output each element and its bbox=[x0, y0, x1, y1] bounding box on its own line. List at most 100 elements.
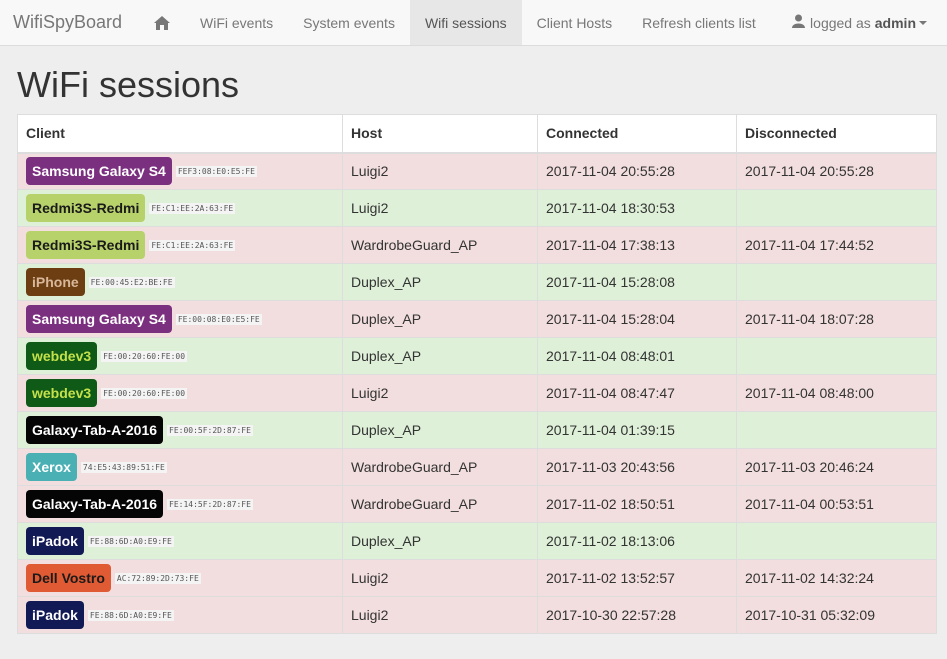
connected-cell: 2017-11-02 18:50:51 bbox=[537, 485, 737, 523]
host-cell: Duplex_AP bbox=[342, 263, 538, 301]
host-cell: Luigi2 bbox=[342, 559, 538, 597]
table-row: Redmi3S-Redmi FE:C1:EE:2A:63:FE WardrobeGu… bbox=[17, 226, 937, 264]
connected-cell: 2017-11-04 01:39:15 bbox=[537, 411, 737, 449]
table-row: Redmi3S-Redmi FE:C1:EE:2A:63:FE Luigi2 2017… bbox=[17, 189, 937, 227]
home-icon bbox=[154, 15, 170, 30]
connected-cell: 2017-11-04 15:28:04 bbox=[537, 300, 737, 338]
nav-refresh-clients[interactable]: Refresh clients list bbox=[627, 0, 771, 45]
disconnected-cell bbox=[736, 337, 937, 375]
connected-cell: 2017-11-02 18:13:06 bbox=[537, 522, 737, 560]
client-cell: Galaxy-Tab-A-2016 FE:14:5F:2D:87:FE bbox=[17, 485, 343, 523]
host-cell: Luigi2 bbox=[342, 152, 538, 190]
client-badge[interactable]: Redmi3S-Redmi bbox=[26, 231, 146, 259]
disconnected-cell: 2017-11-04 00:53:51 bbox=[736, 485, 937, 523]
host-cell: Duplex_AP bbox=[342, 411, 538, 449]
connected-cell: 2017-11-04 15:28:08 bbox=[537, 263, 737, 301]
client-cell: Xerox 74:E5:43:89:51:FE bbox=[17, 448, 343, 486]
table-row: Samsung Galaxy S4 FE:00:08:E0:E5:FE Duplex… bbox=[17, 300, 937, 338]
connected-cell: 2017-11-04 08:48:01 bbox=[537, 337, 737, 375]
table-row: Galaxy-Tab-A-2016 FE:14:5F:2D:87:FE Wardro… bbox=[17, 485, 937, 523]
table-row: webdev3 FE:00:20:60:FE:00 Duplex_AP 2017-11… bbox=[17, 337, 937, 375]
client-badge[interactable]: Galaxy-Tab-A-2016 bbox=[26, 490, 164, 518]
client-badge[interactable]: webdev3 bbox=[26, 342, 98, 370]
disconnected-cell: 2017-11-03 20:46:24 bbox=[736, 448, 937, 486]
table-row: iPadok FE:88:6D:A0:E9:FE Duplex_AP 2017-11-… bbox=[17, 522, 937, 560]
client-cell: Redmi3S-Redmi FE:C1:EE:2A:63:FE bbox=[17, 226, 343, 264]
host-cell: WardrobeGuard_AP bbox=[342, 448, 538, 486]
disconnected-cell: 2017-11-02 14:32:24 bbox=[736, 559, 937, 597]
connected-cell: 2017-11-04 18:30:53 bbox=[537, 189, 737, 227]
page-title: WiFi sessions bbox=[17, 64, 240, 105]
host-cell: WardrobeGuard_AP bbox=[342, 226, 538, 264]
nav-home[interactable] bbox=[139, 0, 185, 45]
host-cell: WardrobeGuard_AP bbox=[342, 485, 538, 523]
mac-address: FE:C1:EE:2A:63:FE bbox=[149, 239, 236, 251]
host-cell: Luigi2 bbox=[342, 189, 538, 227]
table-row: Galaxy-Tab-A-2016 FE:00:5F:2D:87:FE Duplex… bbox=[17, 411, 937, 449]
client-cell: Samsung Galaxy S4 FEF3:08:E0:E5:FE bbox=[17, 152, 343, 190]
header-client: Client bbox=[17, 114, 343, 154]
table-row: Samsung Galaxy S4 FEF3:08:E0:E5:FE Luigi2 2… bbox=[17, 152, 937, 190]
mac-address: AC:72:89:2D:73:FE bbox=[114, 572, 201, 584]
host-cell: Duplex_AP bbox=[342, 337, 538, 375]
client-badge[interactable]: webdev3 bbox=[26, 379, 98, 407]
client-badge[interactable]: Galaxy-Tab-A-2016 bbox=[26, 416, 164, 444]
client-cell: Dell Vostro AC:72:89:2D:73:FE bbox=[17, 559, 343, 597]
client-cell: iPadok FE:88:6D:A0:E9:FE bbox=[17, 522, 343, 560]
brand-link[interactable]: WifiSpyBoard bbox=[0, 0, 139, 45]
nav-wifi-events[interactable]: WiFi events bbox=[185, 0, 288, 45]
header-host: Host bbox=[342, 114, 538, 154]
table-row: webdev3 FE:00:20:60:FE:00 Luigi2 2017-11-04… bbox=[17, 374, 937, 412]
mac-address: FE:00:5F:2D:87:FE bbox=[167, 424, 253, 436]
client-badge[interactable]: Samsung Galaxy S4 bbox=[26, 305, 172, 333]
nav-client-hosts[interactable]: Client Hosts bbox=[522, 0, 627, 45]
disconnected-cell: 2017-10-31 05:32:09 bbox=[736, 596, 937, 634]
caret-down-icon bbox=[919, 20, 927, 25]
client-badge[interactable]: Samsung Galaxy S4 bbox=[26, 157, 172, 186]
client-cell: iPadok FE:88:6D:A0:E9:FE bbox=[17, 596, 343, 634]
host-cell: Duplex_AP bbox=[342, 522, 538, 560]
nav-system-events[interactable]: System events bbox=[288, 0, 410, 45]
connected-cell: 2017-10-30 22:57:28 bbox=[537, 596, 737, 634]
connected-cell: 2017-11-04 08:47:47 bbox=[537, 374, 737, 412]
table-row: iPadok FE:88:6D:A0:E9:FE Luigi2 2017-10-30 … bbox=[17, 596, 937, 634]
nav-wifi-sessions[interactable]: Wifi sessions bbox=[409, 0, 522, 45]
mac-address: FE:00:20:60:FE:00 bbox=[101, 387, 188, 399]
mac-address: FEF3:08:E0:E5:FE bbox=[175, 165, 257, 177]
disconnected-cell bbox=[736, 522, 937, 560]
client-badge[interactable]: iPhone bbox=[26, 268, 85, 296]
client-cell: webdev3 FE:00:20:60:FE:00 bbox=[17, 337, 343, 375]
sessions-table: Client Host Connected Disconnected Samsu… bbox=[17, 114, 937, 634]
user-name: admin bbox=[874, 14, 916, 31]
host-cell: Luigi2 bbox=[342, 374, 538, 412]
navbar: WifiSpyBoard WiFi events System events W… bbox=[0, 0, 947, 46]
connected-cell: 2017-11-02 13:52:57 bbox=[537, 559, 737, 597]
user-menu[interactable]: logged as admin bbox=[792, 0, 947, 45]
connected-cell: 2017-11-04 17:38:13 bbox=[537, 226, 737, 264]
connected-cell: 2017-11-03 20:43:56 bbox=[537, 448, 737, 486]
user-icon bbox=[792, 14, 806, 31]
mac-address: FE:C1:EE:2A:63:FE bbox=[149, 202, 236, 214]
disconnected-cell: 2017-11-04 08:48:00 bbox=[736, 374, 937, 412]
disconnected-cell bbox=[736, 411, 937, 449]
mac-address: FE:00:08:E0:E5:FE bbox=[175, 313, 262, 325]
client-cell: iPhone FE:00:45:E2:BE:FE bbox=[17, 263, 343, 301]
client-cell: webdev3 FE:00:20:60:FE:00 bbox=[17, 374, 343, 412]
table-row: Xerox 74:E5:43:89:51:FE WardrobeGuard_AP 20… bbox=[17, 448, 937, 486]
client-badge[interactable]: Dell Vostro bbox=[26, 564, 111, 592]
user-prefix: logged as bbox=[810, 14, 871, 31]
table-header-row: Client Host Connected Disconnected bbox=[17, 114, 937, 154]
disconnected-cell: 2017-11-04 20:55:28 bbox=[736, 152, 937, 190]
client-badge[interactable]: iPadok bbox=[26, 527, 84, 555]
mac-address: FE:00:20:60:FE:00 bbox=[101, 350, 188, 362]
client-badge[interactable]: iPadok bbox=[26, 601, 84, 629]
mac-address: FE:88:6D:A0:E9:FE bbox=[87, 609, 174, 621]
mac-address: FE:00:45:E2:BE:FE bbox=[88, 276, 175, 288]
disconnected-cell bbox=[736, 189, 937, 227]
disconnected-cell: 2017-11-04 17:44:52 bbox=[736, 226, 937, 264]
header-disconnected: Disconnected bbox=[736, 114, 937, 154]
table-row: iPhone FE:00:45:E2:BE:FE Duplex_AP 2017-11-… bbox=[17, 263, 937, 301]
client-badge[interactable]: Xerox bbox=[26, 453, 77, 481]
connected-cell: 2017-11-04 20:55:28 bbox=[537, 152, 737, 190]
client-badge[interactable]: Redmi3S-Redmi bbox=[26, 194, 146, 222]
